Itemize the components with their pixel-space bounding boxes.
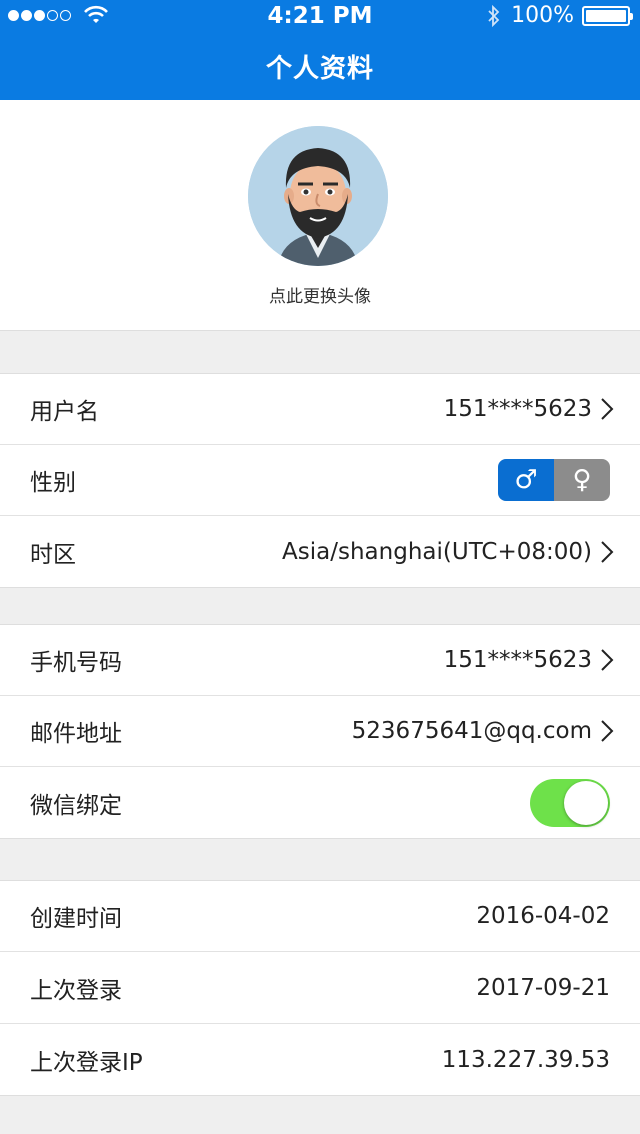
timezone-label: 时区 — [30, 541, 76, 568]
last-login-ip-label: 上次登录IP — [30, 1049, 143, 1076]
username-value: 151****5623 — [443, 396, 592, 422]
male-icon[interactable]: ♂ — [498, 459, 554, 501]
chevron-right-icon — [601, 540, 614, 563]
status-bar: 4:21 PM 100% — [0, 0, 640, 36]
last-login-ip-value: 113.227.39.53 — [441, 1046, 610, 1073]
chevron-right-icon — [601, 649, 614, 671]
account-group: 用户名 151****5623 性别 ♂ ♀ 时区 Asia/shanghai(… — [0, 373, 640, 588]
last-login-value: 2017-09-21 — [476, 974, 610, 1001]
login-info-group: 创建时间 2016-04-02 上次登录 2017-09-21 上次登录IP 1… — [0, 880, 640, 1096]
page-title: 个人资料 — [265, 54, 374, 84]
created-value: 2016-04-02 — [476, 903, 610, 929]
phone-value: 151****5623 — [443, 647, 592, 673]
created-label: 创建时间 — [30, 906, 122, 932]
wechat-row: 微信绑定 — [0, 767, 640, 838]
female-icon[interactable]: ♀ — [554, 459, 610, 501]
battery-percent: 100% — [511, 3, 574, 28]
email-value: 523675641@qq.com — [351, 718, 592, 744]
avatar-illustration — [248, 126, 388, 266]
gender-label: 性别 — [30, 470, 76, 496]
last-login-ip-row: 上次登录IP 113.227.39.53 — [0, 1024, 640, 1095]
phone-row[interactable]: 手机号码 151****5623 — [0, 625, 640, 696]
wechat-label: 微信绑定 — [30, 792, 122, 819]
battery-icon — [582, 5, 633, 26]
bluetooth-icon — [488, 4, 500, 27]
username-row[interactable]: 用户名 151****5623 — [0, 374, 640, 445]
email-row[interactable]: 邮件地址 523675641@qq.com — [0, 696, 640, 767]
wechat-toggle[interactable] — [530, 778, 610, 827]
chevron-right-icon — [601, 398, 614, 420]
avatar[interactable] — [248, 126, 388, 266]
avatar-section[interactable]: 点此更换头像 — [0, 100, 640, 331]
email-label: 邮件地址 — [30, 721, 122, 747]
chevron-right-icon — [601, 720, 614, 742]
change-avatar-label[interactable]: 点此更换头像 — [0, 282, 640, 307]
created-row: 创建时间 2016-04-02 — [0, 881, 640, 952]
gender-row: 性别 ♂ ♀ — [0, 445, 640, 516]
username-label: 用户名 — [30, 399, 99, 425]
gender-segmented-control[interactable]: ♂ ♀ — [498, 459, 610, 501]
timezone-row[interactable]: 时区 Asia/shanghai(UTC+08:00) — [0, 516, 640, 587]
binding-group: 手机号码 151****5623 邮件地址 523675641@qq.com 微… — [0, 624, 640, 839]
nav-header: 4:21 PM 100% 个人资料 — [0, 0, 640, 100]
last-login-label: 上次登录 — [30, 977, 122, 1004]
phone-label: 手机号码 — [30, 650, 122, 676]
last-login-row: 上次登录 2017-09-21 — [0, 952, 640, 1024]
timezone-value: Asia/shanghai(UTC+08:00) — [282, 538, 592, 565]
